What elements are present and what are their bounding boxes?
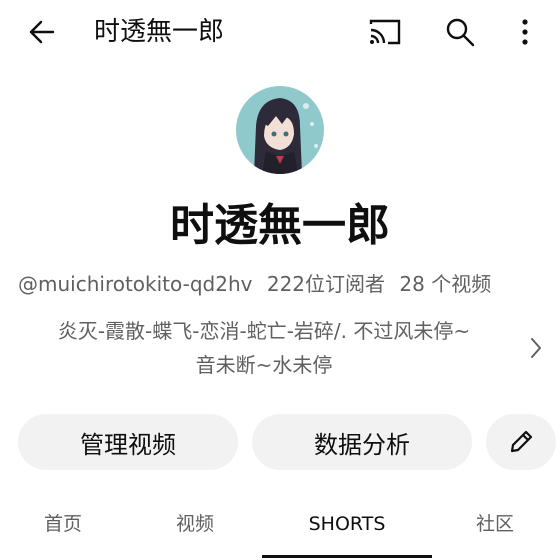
back-button[interactable] (22, 14, 62, 50)
channel-meta: @muichirotokito-qd2hv 222位订阅者 28 个视频 (18, 266, 548, 302)
video-count: 28 个视频 (399, 272, 492, 296)
active-tab-indicator (262, 555, 432, 558)
analytics-button[interactable]: 数据分析 (252, 414, 472, 470)
channel-name: 时透無一郎 (170, 200, 390, 251)
more-options-button[interactable] (508, 13, 542, 51)
pencil-icon (510, 430, 533, 453)
description-expand-button[interactable] (524, 332, 548, 364)
search-icon (446, 18, 475, 47)
channel-description[interactable]: 炎灭-霞散-蝶飞-恋消-蛇亡-岩碎/. 不过风未停~ 音未断~水未停 (14, 314, 514, 382)
description-line-2: 音未断~水未停 (195, 353, 333, 377)
tab-community[interactable]: 社区 (450, 502, 540, 546)
tab-videos[interactable]: 视频 (150, 502, 240, 546)
cast-button[interactable] (364, 14, 406, 50)
more-vertical-icon (522, 19, 528, 45)
top-app-bar: 时透無一郎 (0, 0, 560, 64)
subscriber-count: 222位订阅者 (266, 272, 386, 296)
description-line-1: 炎灭-霞散-蝶飞-恋消-蛇亡-岩碎/. 不过风未停~ (57, 319, 471, 343)
manage-videos-button[interactable]: 管理视频 (18, 414, 238, 470)
analytics-label: 数据分析 (314, 430, 410, 459)
edit-channel-button[interactable] (486, 414, 556, 470)
channel-avatar[interactable] (236, 86, 324, 174)
channel-tabs: 首页 视频 SHORTS 社区 (0, 502, 560, 560)
channel-handle: @muichirotokito-qd2hv (18, 272, 253, 296)
tab-home[interactable]: 首页 (18, 502, 108, 546)
cast-icon (369, 19, 401, 45)
chevron-right-icon (531, 338, 541, 358)
manage-videos-label: 管理视频 (80, 430, 176, 459)
avatar-image (236, 86, 324, 174)
arrow-left-icon (29, 20, 55, 44)
channel-title: 时透無一郎 (94, 17, 225, 47)
search-button[interactable] (440, 13, 480, 51)
tab-shorts[interactable]: SHORTS (262, 502, 432, 546)
